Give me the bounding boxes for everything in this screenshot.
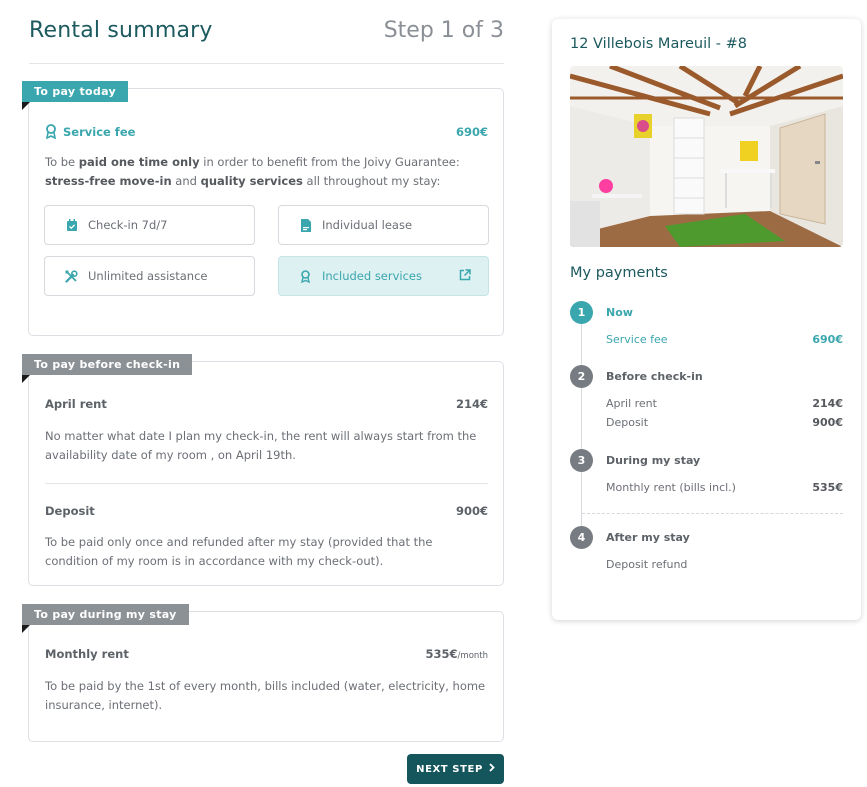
next-step-button[interactable]: NEXT STEP <box>407 754 504 784</box>
monthly-rent-description: To be paid by the 1st of every month, bi… <box>45 679 486 712</box>
april-rent-description: No matter what date I plan my check-in, … <box>45 429 477 462</box>
pay-before-checkin-ribbon: To pay before check-in <box>22 354 193 383</box>
stage-label-after-stay: After my stay <box>606 531 690 544</box>
page-title: Rental summary <box>29 18 213 43</box>
summary-panel: 12 Villebois Mareuil - #8 My payments 1 … <box>552 19 861 620</box>
april-rent-amount: 214€ <box>455 397 488 411</box>
stage-label-now: Now <box>606 306 633 319</box>
room-photo <box>570 66 843 247</box>
stage-number: 1 <box>570 301 593 324</box>
stage-number: 4 <box>570 526 593 549</box>
chevron-right-icon <box>489 763 495 775</box>
next-step-label: NEXT STEP <box>416 763 483 775</box>
pay-today-card: To pay today Service fee 690€ To be paid… <box>22 81 504 336</box>
timeline-line <box>581 324 582 539</box>
deposit-description: To be paid only once and refunded after … <box>45 535 433 568</box>
feature-included-services[interactable]: Included services <box>278 256 489 296</box>
april-rent-row: April rent 214€ <box>45 397 488 411</box>
feature-checkin: Check-in 7d/7 <box>44 205 255 245</box>
pay-during-stay-ribbon: To pay during my stay <box>22 604 189 633</box>
calendar-check-icon <box>65 218 78 232</box>
deposit-amount: 900€ <box>455 504 488 518</box>
feature-services-label: Included services <box>322 269 423 283</box>
payments-title: My payments <box>570 265 668 281</box>
room-title: 12 Villebois Mareuil - #8 <box>570 36 747 52</box>
feature-lease-label: Individual lease <box>322 218 413 232</box>
pay-today-ribbon: To pay today <box>22 81 128 110</box>
header-divider <box>29 63 504 64</box>
april-rent-label: April rent <box>45 397 107 411</box>
timeline-dashed-divider <box>582 513 843 514</box>
pay-during-stay-card: To pay during my stay Monthly rent 535€/… <box>22 604 504 742</box>
payment-line: Deposit refund <box>606 558 688 571</box>
feature-assistance-label: Unlimited assistance <box>88 269 208 283</box>
pay-before-checkin-card: To pay before check-in April rent 214€ N… <box>22 354 504 586</box>
award-icon <box>45 124 57 139</box>
award-icon <box>299 269 312 283</box>
service-fee-amount: 690€ <box>455 124 488 139</box>
feature-checkin-label: Check-in 7d/7 <box>88 218 168 232</box>
stage-label-before-checkin: Before check-in <box>606 370 703 383</box>
step-indicator: Step 1 of 3 <box>383 18 504 43</box>
monthly-rent-row: Monthly rent 535€/month <box>45 647 488 661</box>
service-fee-description: To be paid one time only in order to ben… <box>45 155 460 188</box>
monthly-rent-label: Monthly rent <box>45 647 129 661</box>
stage-label-during-stay: During my stay <box>606 454 701 467</box>
monthly-rent-amount: 535€/month <box>425 647 488 661</box>
stage-number: 2 <box>570 365 593 388</box>
payment-line: April rent 214€ <box>606 397 843 410</box>
feature-unlimited-assistance: Unlimited assistance <box>44 256 255 296</box>
tools-icon <box>65 269 78 283</box>
service-fee-row: Service fee 690€ <box>45 124 488 139</box>
payment-line: Deposit 900€ <box>606 416 843 429</box>
document-icon <box>299 218 312 232</box>
section-divider <box>45 483 488 484</box>
stage-number: 3 <box>570 449 593 472</box>
deposit-row: Deposit 900€ <box>45 504 488 518</box>
payment-line: Monthly rent (bills incl.) 535€ <box>606 481 843 494</box>
deposit-label: Deposit <box>45 504 95 518</box>
service-fee-label: Service fee <box>63 124 136 139</box>
feature-individual-lease: Individual lease <box>278 205 489 245</box>
external-link-icon[interactable] <box>459 269 471 284</box>
payment-line: Service fee 690€ <box>606 333 843 346</box>
